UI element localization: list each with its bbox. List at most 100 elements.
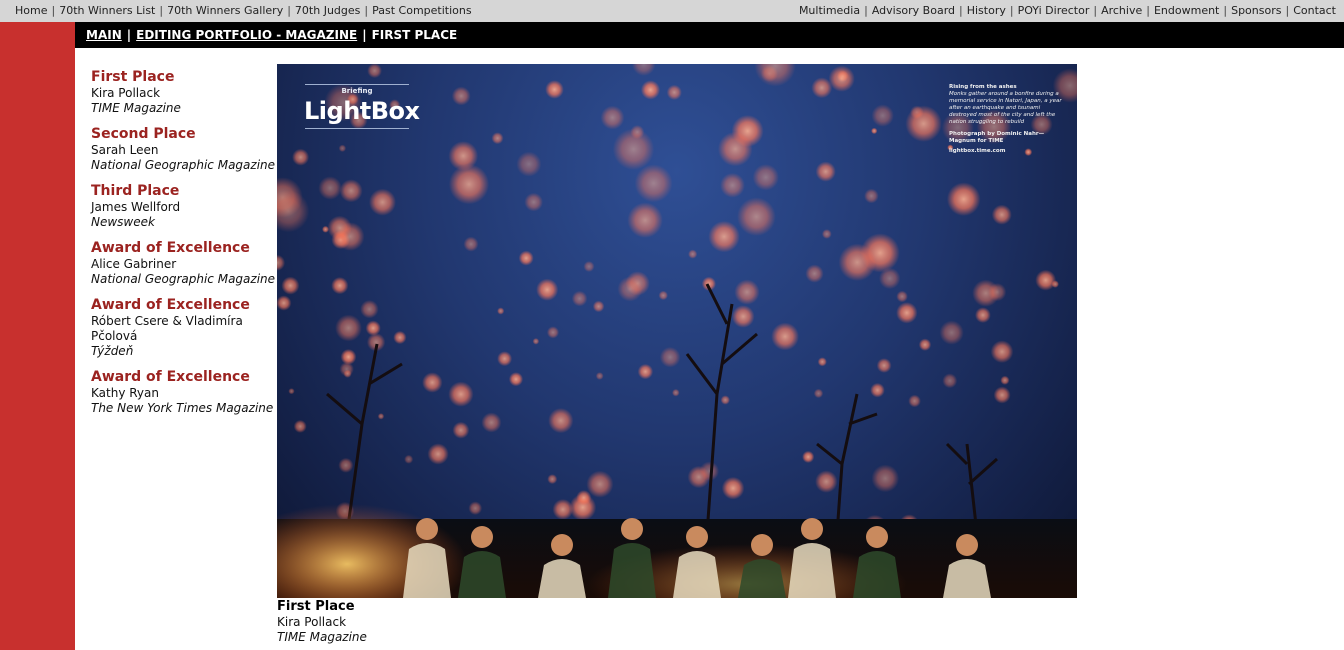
monk-head [471, 526, 493, 548]
lantern [918, 338, 932, 351]
lantern [821, 229, 832, 239]
lantern [828, 65, 855, 92]
lantern [548, 408, 574, 434]
award-person: Kira Pollack [91, 86, 161, 100]
lantern [497, 307, 505, 315]
nav-link-advisory-board[interactable]: Advisory Board [872, 4, 955, 17]
breadcrumb-separator: | [126, 28, 132, 42]
monk-head [551, 534, 573, 556]
photo-caption-title: Rising from the ashes [949, 84, 1017, 90]
left-red-bar [0, 22, 75, 650]
caption-place: First Place [277, 599, 355, 614]
award-item[interactable]: Award of Excellence Kathy Ryan The New Y… [91, 368, 276, 416]
lantern [896, 290, 908, 303]
photo-caption-block: Rising from the ashes Monks gather aroun… [949, 84, 1067, 155]
breadcrumb-separator: | [362, 28, 367, 42]
award-item[interactable]: Award of Excellence Alice Gabriner Natio… [91, 239, 276, 287]
lantern [335, 314, 362, 342]
lantern [481, 412, 502, 433]
nav-separator: | [864, 4, 868, 17]
lantern [870, 382, 885, 398]
lantern [627, 202, 663, 238]
lantern [718, 131, 753, 167]
lantern [1035, 269, 1057, 291]
lantern [404, 454, 414, 464]
lantern [377, 413, 385, 420]
monk-robe [608, 543, 656, 598]
lantern [640, 80, 661, 100]
nav-separator: | [364, 4, 369, 17]
lantern [463, 236, 479, 252]
nav-link-multimedia[interactable]: Multimedia [799, 4, 860, 17]
lantern [595, 372, 604, 380]
nav-link-archive[interactable]: Archive [1101, 4, 1142, 17]
nav-link-past-competitions[interactable]: Past Competitions [372, 4, 471, 17]
nav-link-endowment[interactable]: Endowment [1154, 4, 1219, 17]
nav-link-poyi-director[interactable]: POYi Director [1018, 4, 1090, 17]
awards-list: First Place Kira Pollack TIME Magazine S… [91, 68, 276, 425]
top-nav-right: Multimedia | Advisory Board | History | POYi D… [799, 0, 1336, 22]
lantern [338, 457, 354, 473]
monk-head [751, 534, 773, 556]
lantern [666, 84, 682, 100]
nav-link-winners-list[interactable]: 70th Winners List [59, 4, 155, 17]
award-publication: TIME Magazine [91, 101, 181, 115]
award-item[interactable]: First Place Kira Pollack TIME Magazine [91, 68, 276, 116]
award-person: Sarah Leen [91, 143, 159, 157]
lantern [721, 476, 745, 500]
lantern [905, 105, 942, 142]
lantern [545, 80, 564, 99]
award-place[interactable]: Second Place [91, 125, 276, 143]
monk-robe [403, 543, 451, 598]
nav-link-judges[interactable]: 70th Judges [295, 4, 360, 17]
lantern [908, 394, 921, 408]
award-place[interactable]: Award of Excellence [91, 368, 276, 386]
monk-head [621, 518, 643, 540]
lantern [990, 340, 1014, 364]
award-item[interactable]: Third Place James Wellford Newsweek [91, 182, 276, 230]
breadcrumb-category-link[interactable]: EDITING PORTFOLIO - MAGAZINE [136, 28, 357, 42]
lantern [277, 254, 286, 271]
lantern [771, 322, 799, 351]
lantern [734, 279, 760, 305]
lantern [600, 105, 625, 130]
breadcrumb-current: FIRST PLACE [371, 28, 458, 42]
nav-link-contact[interactable]: Contact [1293, 4, 1336, 17]
lantern [552, 499, 574, 520]
monk-head [801, 518, 823, 540]
monk-head [686, 526, 708, 548]
main-photo: Briefing LightBox Rising from the ashes … [277, 64, 1077, 598]
nav-link-home[interactable]: Home [15, 4, 47, 17]
lantern [720, 172, 745, 198]
lantern [427, 443, 449, 465]
award-place[interactable]: First Place [91, 68, 276, 86]
lantern [871, 104, 894, 127]
photo-credit: Photograph by Dominic Nahr—Magnum for TI… [949, 131, 1045, 144]
lantern [634, 164, 673, 203]
lantern [659, 346, 681, 368]
award-item[interactable]: Second Place Sarah Leen National Geograp… [91, 125, 276, 173]
lantern [699, 461, 720, 482]
lantern [281, 276, 300, 295]
award-publication: The New York Times Magazine [91, 401, 274, 415]
caption-person: Kira Pollack [277, 615, 347, 629]
lantern [576, 490, 592, 506]
lantern [871, 464, 900, 493]
breadcrumb: MAIN | EDITING PORTFOLIO - MAGAZINE | FIRST … [75, 22, 1344, 48]
award-place[interactable]: Third Place [91, 182, 276, 200]
monk-robe [853, 551, 901, 598]
award-item[interactable]: Award of Excellence Róbert Csere & Vladi… [91, 296, 276, 359]
award-place[interactable]: Award of Excellence [91, 296, 276, 314]
top-nav: Home | 70th Winners List | 70th Winners Gall… [0, 0, 1344, 22]
lantern [939, 320, 964, 345]
breadcrumb-main-link[interactable]: MAIN [86, 28, 122, 42]
nav-link-history[interactable]: History [967, 4, 1006, 17]
tree-silhouettes [326, 283, 998, 535]
lantern [708, 220, 740, 253]
nav-link-sponsors[interactable]: Sponsors [1231, 4, 1281, 17]
lantern [815, 470, 838, 493]
nav-link-winners-gallery[interactable]: 70th Winners Gallery [167, 4, 283, 17]
award-publication: Týždeň [91, 344, 134, 358]
award-place[interactable]: Award of Excellence [91, 239, 276, 257]
monk-head [416, 518, 438, 540]
